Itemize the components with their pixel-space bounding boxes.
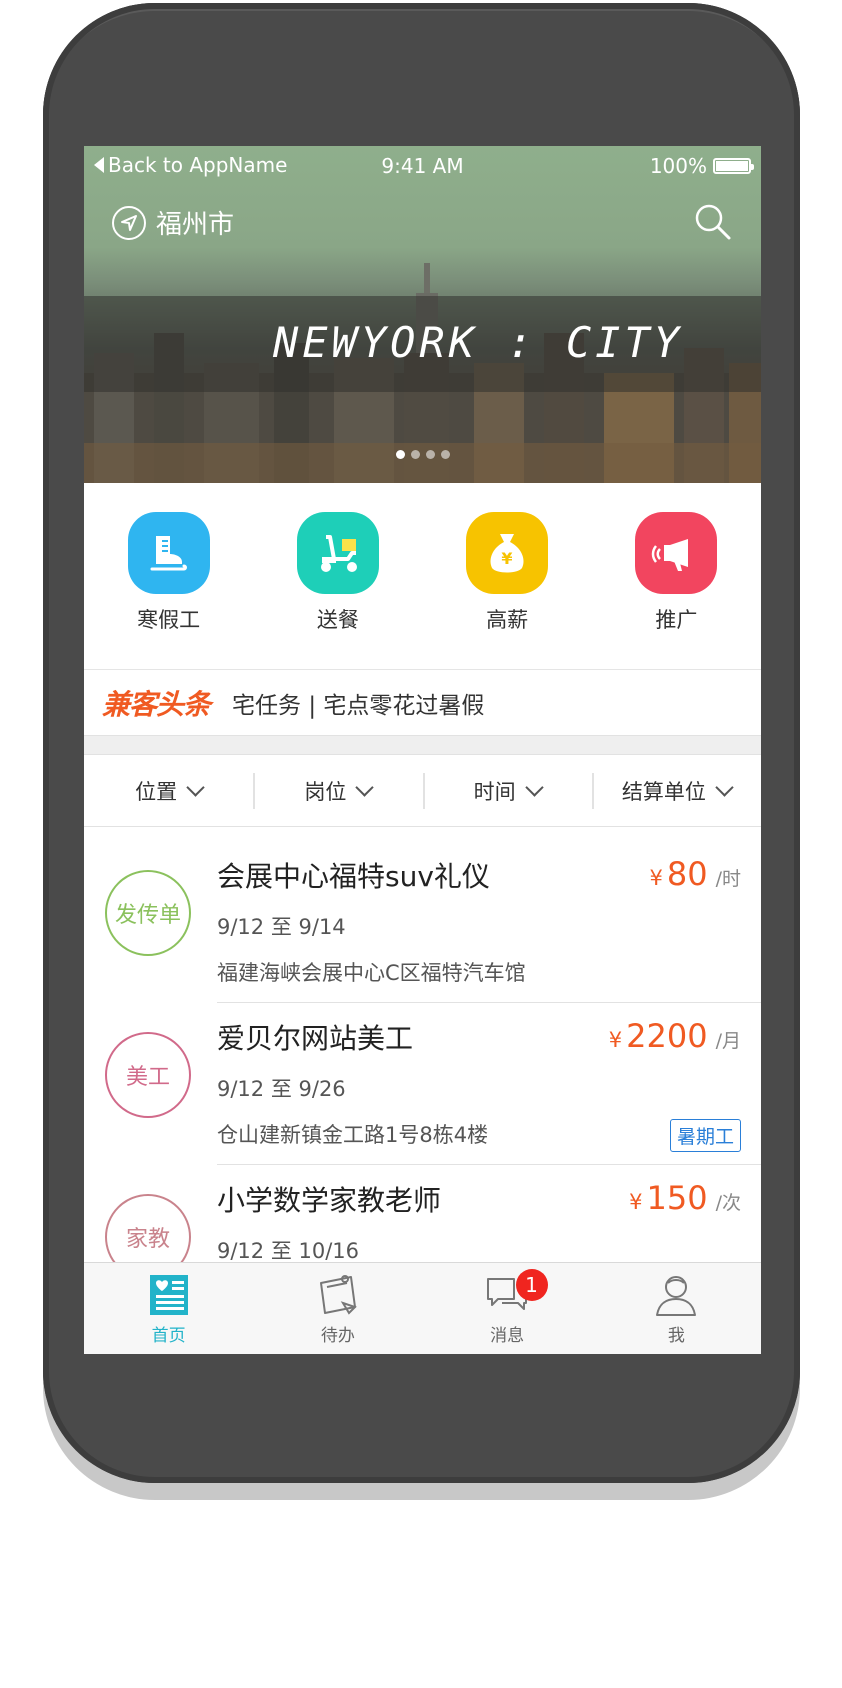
job-list-item[interactable]: 发传单 会展中心福特suv礼仪 9/12 至 9/14 福建海峡会展中心C区福特… (84, 827, 761, 1003)
category-label: 推广 (655, 608, 698, 632)
banner-caption-band: NEWYORK : CITY (84, 296, 761, 392)
status-bar: Back to AppName 9:41 AM 100% (84, 146, 761, 186)
filter-label: 岗位 (304, 779, 347, 804)
city-name: 福州市 (156, 210, 235, 240)
money-bag-icon: ¥ (466, 512, 549, 594)
carousel-dot[interactable] (425, 450, 435, 459)
carousel-dot[interactable] (440, 450, 450, 459)
tab-messages[interactable]: 消息 1 (423, 1263, 592, 1354)
filter-position[interactable]: 岗位 (253, 755, 422, 826)
job-list: 发传单 会展中心福特suv礼仪 9/12 至 9/14 福建海峡会展中心C区福特… (84, 827, 761, 1267)
job-date: 9/12 至 9/26 (217, 1077, 346, 1101)
job-title: 小学数学家教老师 (217, 1184, 442, 1217)
section-divider (84, 735, 761, 755)
filter-label: 位置 (135, 779, 178, 804)
currency-symbol: ¥ (608, 1028, 623, 1052)
job-category-badge: 发传单 (105, 870, 191, 956)
job-title: 爱贝尔网站美工 (217, 1022, 414, 1055)
filter-settlement[interactable]: 结算单位 (591, 755, 761, 826)
chevron-down-icon (355, 778, 375, 797)
tab-todo[interactable]: 待办 (253, 1263, 422, 1354)
category-food-delivery[interactable]: 送餐 (253, 483, 422, 669)
category-high-pay[interactable]: ¥ 高薪 (423, 483, 592, 669)
chevron-down-icon (715, 778, 734, 797)
headline-text: 宅任务 | 宅点零花过暑假 (232, 693, 485, 719)
filter-label: 时间 (473, 779, 516, 804)
user-icon (656, 1276, 697, 1316)
tab-label: 待办 (320, 1326, 355, 1346)
category-label: 高薪 (486, 608, 529, 632)
filter-label: 结算单位 (621, 779, 706, 804)
filter-location[interactable]: 位置 (84, 755, 253, 826)
carousel-dot[interactable] (395, 450, 405, 459)
job-address: 福建海峡会展中心C区福特汽车馆 (217, 961, 526, 985)
job-price: ¥ 150 /次 (629, 1179, 741, 1217)
tab-label: 消息 (490, 1326, 525, 1346)
category-grid: 寒假工 送餐 ¥ 高薪 推广 (84, 483, 761, 669)
job-list-item[interactable]: 家教 小学数学家教老师 9/12 至 10/16 ¥ 150 /次 (84, 1151, 761, 1267)
job-price: ¥ 2200 /月 (609, 1017, 741, 1055)
chevron-down-icon (186, 778, 205, 797)
job-list-item[interactable]: 美工 爱贝尔网站美工 9/12 至 9/26 仓山建新镇金工路1号8栋4楼 ¥ … (84, 989, 761, 1165)
scooter-icon (296, 512, 379, 594)
svg-text:¥: ¥ (502, 549, 513, 568)
price-amount: 80 (666, 855, 708, 893)
job-price: ¥ 80 /时 (650, 855, 742, 893)
job-date: 9/12 至 9/14 (217, 915, 346, 939)
currency-symbol: ¥ (629, 1190, 643, 1214)
job-address: 仓山建新镇金工路1号8栋4楼 (217, 1123, 489, 1147)
filter-bar: 位置 岗位 时间 结算单位 (84, 755, 761, 827)
battery-indicator: 100% (649, 154, 754, 178)
headline-logo: 兼客头条 (102, 688, 211, 721)
category-label: 送餐 (316, 608, 359, 632)
chevron-down-icon (524, 778, 544, 797)
tab-home[interactable]: 首页 (84, 1263, 253, 1354)
todo-board-icon (319, 1275, 357, 1315)
category-promotion[interactable]: 推广 (592, 483, 761, 669)
banner-carousel[interactable]: Back to AppName 9:41 AM 100% 福州市 NEWYORK… (84, 146, 761, 483)
job-date: 9/12 至 10/16 (217, 1239, 360, 1263)
home-news-icon (149, 1275, 188, 1315)
battery-percent: 100% (649, 154, 707, 178)
megaphone-icon (635, 512, 718, 594)
carousel-indicator (84, 450, 761, 459)
tab-label: 我 (667, 1326, 685, 1346)
category-winter-job[interactable]: 寒假工 (84, 483, 253, 669)
tab-me[interactable]: 我 (592, 1263, 761, 1354)
category-label: 寒假工 (137, 608, 201, 632)
city-selector[interactable]: 福州市 (112, 204, 234, 241)
job-category-badge: 美工 (105, 1032, 191, 1118)
price-amount: 2200 (626, 1017, 708, 1055)
banner-caption: NEWYORK : CITY (272, 318, 683, 367)
price-unit: /次 (715, 1192, 741, 1214)
filter-time[interactable]: 时间 (422, 755, 592, 826)
carousel-dot[interactable] (410, 450, 420, 459)
price-unit: /月 (715, 1030, 741, 1052)
price-amount: 150 (646, 1179, 708, 1217)
tab-bar: 首页 待办 消息 1 我 (84, 1262, 761, 1354)
location-arrow-icon (112, 205, 146, 240)
app-screen: Back to AppName 9:41 AM 100% 福州市 NEWYORK… (84, 146, 761, 1354)
job-type-tag: 暑期工 (669, 1119, 741, 1152)
price-unit: /时 (715, 868, 741, 890)
battery-icon (713, 158, 754, 174)
job-category-badge: 家教 (105, 1194, 191, 1267)
job-title: 会展中心福特suv礼仪 (217, 860, 490, 893)
search-icon[interactable] (693, 202, 733, 242)
unread-badge: 1 (515, 1269, 548, 1301)
ice-skate-icon (127, 512, 210, 594)
tab-label: 首页 (151, 1326, 186, 1346)
currency-symbol: ¥ (649, 866, 663, 890)
headline-ticker[interactable]: 兼客头条 宅任务 | 宅点零花过暑假 (84, 669, 761, 736)
